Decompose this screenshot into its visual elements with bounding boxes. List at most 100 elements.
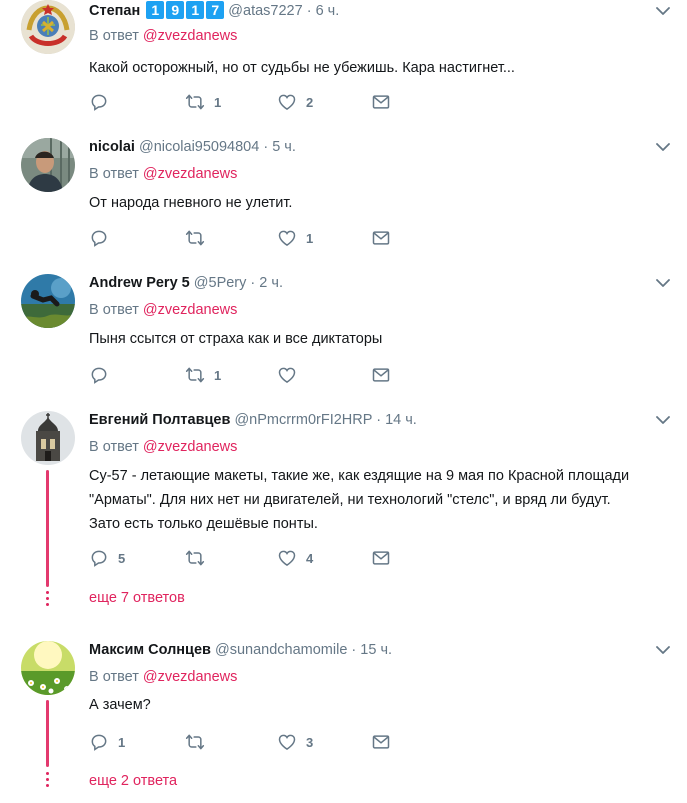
user-handle[interactable]: @nicolai95094804 [139,139,259,155]
avatar-chamomile-field-photo[interactable] [21,641,75,695]
reply-button[interactable]: 1 [89,732,125,752]
tweet-actions: 1 [89,228,409,248]
like-count: 3 [306,734,314,750]
flag-badge: 7 [206,1,225,19]
reply-mention-link[interactable]: @zvezdanews [143,669,238,685]
chevron-down-icon[interactable] [656,645,670,655]
reply-button[interactable] [89,228,118,248]
direct-message-button[interactable] [371,92,391,112]
tweet-actions: 1 [89,365,409,385]
retweet-button[interactable] [185,548,214,568]
reply-mention-link[interactable]: @zvezdanews [143,439,238,455]
direct-message-button[interactable] [371,732,391,752]
user-name[interactable]: Степан [89,3,140,19]
retweet-button[interactable] [185,732,214,752]
reply-mention-link[interactable]: @zvezdanews [143,166,238,182]
avatar-diver-photo[interactable] [21,274,75,328]
like-button[interactable]: 4 [277,548,313,568]
user-handle[interactable]: @sunandchamomile [215,642,347,658]
user-name[interactable]: Евгений Полтавцев [89,412,230,428]
separator-dot: · [351,642,357,658]
heart-icon [277,732,297,752]
reply-to-line: В ответ @zvezdanews [89,669,237,685]
like-button[interactable]: 1 [277,228,313,248]
envelope-icon [371,228,391,248]
envelope-icon [371,548,391,568]
tweet-text: Пыня ссытся от страха как и все диктатор… [89,331,383,347]
user-name[interactable]: Максим Солнцев [89,642,211,658]
retweet-icon [185,228,205,248]
chevron-down-icon[interactable] [656,142,670,152]
user-name[interactable]: nicolai [89,139,135,155]
user-handle[interactable]: @nPmcrrm0rFI2HRP [234,412,372,428]
retweet-icon [185,732,205,752]
retweet-count: 1 [214,367,222,383]
like-count: 2 [306,94,314,110]
tweet-time[interactable]: 5 ч. [272,139,296,155]
flag-badge: 9 [166,1,185,19]
chevron-down-icon[interactable] [656,278,670,288]
tweet-header: Евгений Полтавцев @nPmcrrm0rFI2HRP · 14 … [89,411,417,429]
separator-dot: · [306,3,312,19]
tweet-header: Максим Солнцев @sunandchamomile · 15 ч. [89,641,392,659]
reply-button[interactable] [89,365,118,385]
tweet-3[interactable]: Andrew Pery 5 @5Pery · 2 ч. В ответ @zve… [0,260,687,398]
reply-count: 1 [118,734,126,750]
like-count: 1 [306,230,314,246]
direct-message-button[interactable] [371,365,391,385]
heart-icon [277,92,297,112]
reply-mention-link[interactable]: @zvezdanews [143,302,238,318]
retweet-button[interactable]: 1 [185,92,221,112]
avatar-man-photo[interactable] [21,138,75,192]
tweet-time[interactable]: 6 ч. [316,3,340,19]
avatar-church-photo[interactable] [21,411,75,465]
reply-icon [89,365,109,385]
show-more-replies-link[interactable]: еще 2 ответа [89,773,177,789]
envelope-icon [371,92,391,112]
tweet-text: От народа гневного не улетит. [89,195,293,211]
reply-button[interactable]: 5 [89,548,125,568]
reply-icon [89,732,109,752]
tweet-actions: 1 2 [89,92,409,112]
user-name[interactable]: Andrew Pery 5 [89,275,190,291]
reply-mention-link[interactable]: @zvezdanews [143,28,238,44]
tweet-4[interactable]: Евгений Полтавцев @nPmcrrm0rFI2HRP · 14 … [0,397,687,628]
separator-dot: · [376,412,382,428]
direct-message-button[interactable] [371,548,391,568]
tweet-5[interactable]: Максим Солнцев @sunandchamomile · 15 ч. … [0,627,687,803]
reply-prefix: В ответ [89,302,139,318]
retweet-button[interactable] [185,228,214,248]
like-button[interactable] [277,365,306,385]
heart-icon [277,228,297,248]
retweet-icon [185,548,205,568]
tweet-time[interactable]: 15 ч. [360,642,392,658]
tweet-header: Andrew Pery 5 @5Pery · 2 ч. [89,274,283,292]
reply-icon [89,92,109,112]
tweet-time[interactable]: 2 ч. [259,275,283,291]
reply-icon [89,228,109,248]
tweet-1[interactable]: Степан 1917 @atas7227 · 6 ч. В ответ @zv… [0,0,687,125]
tweet-actions: 5 4 [89,548,409,568]
direct-message-button[interactable] [371,228,391,248]
user-handle[interactable]: @5Pery [194,275,247,291]
avatar-soviet-emblem[interactable] [21,0,75,54]
chevron-down-icon[interactable] [656,415,670,425]
reply-to-line: В ответ @zvezdanews [89,302,237,318]
reply-prefix: В ответ [89,28,139,44]
tweet-header: nicolai @nicolai95094804 · 5 ч. [89,138,296,156]
reply-prefix: В ответ [89,669,139,685]
show-more-replies-link[interactable]: еще 7 ответов [89,590,185,606]
user-handle[interactable]: @atas7227 [228,3,302,19]
reply-count: 5 [118,550,126,566]
retweet-icon [185,92,205,112]
reply-icon [89,548,109,568]
tweet-2[interactable]: nicolai @nicolai95094804 · 5 ч. В ответ … [0,124,687,261]
reply-to-line: В ответ @zvezdanews [89,166,237,182]
like-button[interactable]: 2 [277,92,313,112]
tweet-time[interactable]: 14 ч. [385,412,417,428]
like-button[interactable]: 3 [277,732,313,752]
chevron-down-icon[interactable] [656,6,670,16]
reply-button[interactable] [89,92,118,112]
thread-dots [46,772,49,790]
retweet-button[interactable]: 1 [185,365,221,385]
